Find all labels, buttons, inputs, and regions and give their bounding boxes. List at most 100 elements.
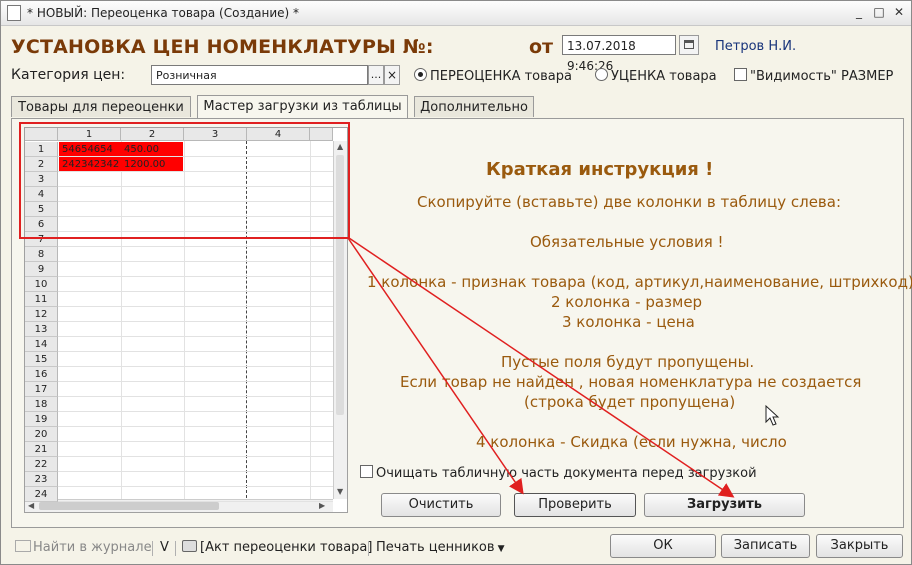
row-header[interactable]: 8 — [25, 247, 58, 262]
scroll-up-icon[interactable]: ▲ — [337, 142, 343, 151]
radio-empty-icon — [595, 68, 608, 81]
journal-icon — [15, 540, 31, 552]
scroll-left-icon[interactable]: ◀ — [28, 501, 34, 510]
instruction-title: Краткая инструкция ! — [486, 159, 714, 180]
column-header[interactable]: 1 — [58, 128, 121, 141]
page-break-vertical — [246, 141, 247, 503]
instruction-line: 1 колонка - признак товара (код, артикул… — [367, 273, 912, 291]
close-button[interactable]: Закрыть — [816, 534, 903, 558]
tab-goods[interactable]: Товары для переоценки — [11, 96, 191, 117]
scroll-thumb[interactable] — [39, 502, 219, 510]
user-link[interactable]: Петров Н.И. — [715, 39, 796, 54]
ok-button[interactable]: ОК — [610, 534, 716, 558]
row-header[interactable]: 5 — [25, 202, 58, 217]
instruction-line: (строка будет пропущена) — [524, 393, 736, 411]
select-button[interactable]: ... — [368, 65, 384, 85]
document-icon — [7, 5, 21, 21]
row-header[interactable]: 15 — [25, 352, 58, 367]
find-in-journal-label: Найти в журнале — [33, 540, 152, 555]
row-header[interactable]: 7 — [25, 232, 58, 247]
vertical-scrollbar[interactable]: ▲ ▼ — [333, 141, 347, 499]
instruction-line: Пустые поля будут пропущены. — [501, 353, 755, 371]
price-tags-label: Печать ценников — [376, 540, 495, 555]
date-field[interactable]: 13.07.2018 9:46:26 — [562, 35, 676, 73]
instruction-line: Скопируйте (вставьте) две колонки в табл… — [417, 193, 842, 211]
cell[interactable]: 54654654 — [59, 142, 121, 157]
row-header[interactable]: 16 — [25, 367, 58, 382]
radio-revaluation[interactable]: ПЕРЕОЦЕНКА товара — [414, 68, 572, 84]
save-button[interactable]: Записать — [721, 534, 810, 558]
instruction-line: Если товар не найден , новая номенклатур… — [400, 373, 862, 391]
row-header[interactable]: 9 — [25, 262, 58, 277]
title-bar: * НОВЫЙ: Переоценка товара (Создание) * … — [1, 1, 911, 26]
print-act-link[interactable]: [Акт переоценки товара] — [182, 540, 372, 555]
column-header[interactable]: 4 — [247, 128, 310, 141]
close-icon[interactable]: ✕ — [892, 5, 906, 19]
calendar-icon[interactable] — [679, 35, 699, 55]
checkbox-visibility[interactable]: "Видимость" РАЗМЕР — [734, 68, 893, 84]
spreadsheet[interactable]: 1 2 3 4 54654654 450.00 242342342 1200.0… — [24, 127, 348, 513]
radio-selected-icon — [414, 68, 427, 81]
from-label: от — [529, 36, 554, 58]
maximize-icon[interactable]: □ — [872, 5, 886, 19]
row-header[interactable]: 14 — [25, 337, 58, 352]
row-header[interactable]: 4 — [25, 187, 58, 202]
row-header[interactable]: 19 — [25, 412, 58, 427]
main-window: * НОВЫЙ: Переоценка товара (Создание) * … — [0, 0, 912, 565]
row-header[interactable]: 6 — [25, 217, 58, 232]
instruction-line: Обязательные условия ! — [530, 233, 724, 251]
row-header[interactable]: 2 — [25, 157, 58, 172]
row-header[interactable]: 20 — [25, 427, 58, 442]
instruction-line: 4 колонка - Скидка (если нужна, число — [476, 433, 787, 451]
row-header[interactable]: 18 — [25, 397, 58, 412]
price-tags-menu[interactable]: Печать ценников ▼ — [376, 540, 504, 555]
tab-import-wizard[interactable]: Мастер загрузки из таблицы — [197, 95, 408, 118]
checkbox-icon — [734, 68, 747, 81]
form-body: УСТАНОВКА ЦЕН НОМЕНКЛАТУРЫ №: от 13.07.2… — [1, 26, 912, 564]
row-header[interactable]: 21 — [25, 442, 58, 457]
checkbox-visibility-label: "Видимость" РАЗМЕР — [750, 69, 894, 84]
column-header[interactable]: 3 — [184, 128, 247, 141]
printer-icon — [182, 540, 197, 552]
load-button[interactable]: Загрузить — [644, 493, 805, 517]
tab-additional[interactable]: Дополнительно — [414, 96, 534, 117]
row-header[interactable]: 10 — [25, 277, 58, 292]
scroll-down-icon[interactable]: ▼ — [337, 487, 343, 496]
row-header[interactable]: 22 — [25, 457, 58, 472]
footer-bar: Найти в журнале V [Акт переоценки товара… — [1, 534, 911, 564]
clear-table-checkbox[interactable]: Очищать табличную часть документа перед … — [360, 465, 757, 481]
corner-cell — [25, 128, 58, 141]
print-act-label: [Акт переоценки товара] — [200, 540, 373, 555]
row-header[interactable]: 12 — [25, 307, 58, 322]
category-field[interactable]: Розничная — [151, 65, 368, 85]
clear-button[interactable]: Очистить — [381, 493, 501, 517]
cell[interactable]: 242342342 — [59, 157, 121, 172]
column-header[interactable] — [310, 128, 333, 141]
row-header[interactable]: 11 — [25, 292, 58, 307]
scroll-thumb[interactable] — [336, 155, 344, 415]
instruction-line: 2 колонка - размер — [551, 293, 703, 311]
checkbox-icon — [360, 465, 373, 478]
radio-markdown[interactable]: УЦЕНКА товара — [595, 68, 717, 84]
tab-panel: 1 2 3 4 54654654 450.00 242342342 1200.0… — [11, 118, 912, 528]
window-title: * НОВЫЙ: Переоценка товара (Создание) * — [27, 6, 299, 20]
clear-field-icon[interactable]: × — [384, 65, 400, 85]
row-header[interactable]: 13 — [25, 322, 58, 337]
column-header[interactable]: 2 — [121, 128, 184, 141]
radio-markdown-label: УЦЕНКА товара — [611, 69, 717, 84]
find-in-journal-link[interactable]: Найти в журнале — [15, 540, 152, 555]
cell[interactable]: 450.00 — [121, 142, 183, 157]
cell[interactable]: 1200.00 — [121, 157, 183, 172]
scroll-right-icon[interactable]: ▶ — [319, 501, 325, 510]
row-header[interactable]: 1 — [25, 142, 58, 157]
v-link[interactable]: V — [160, 540, 169, 555]
minimize-icon[interactable]: _ — [852, 5, 866, 19]
row-header[interactable]: 24 — [25, 487, 58, 502]
row-header[interactable]: 17 — [25, 382, 58, 397]
document-title: УСТАНОВКА ЦЕН НОМЕНКЛАТУРЫ №: — [11, 36, 434, 58]
row-header[interactable]: 23 — [25, 472, 58, 487]
row-header[interactable]: 3 — [25, 172, 58, 187]
category-label: Категория цен: — [11, 67, 126, 83]
instruction-line: 3 колонка - цена — [562, 313, 695, 331]
check-button[interactable]: Проверить — [514, 493, 636, 517]
